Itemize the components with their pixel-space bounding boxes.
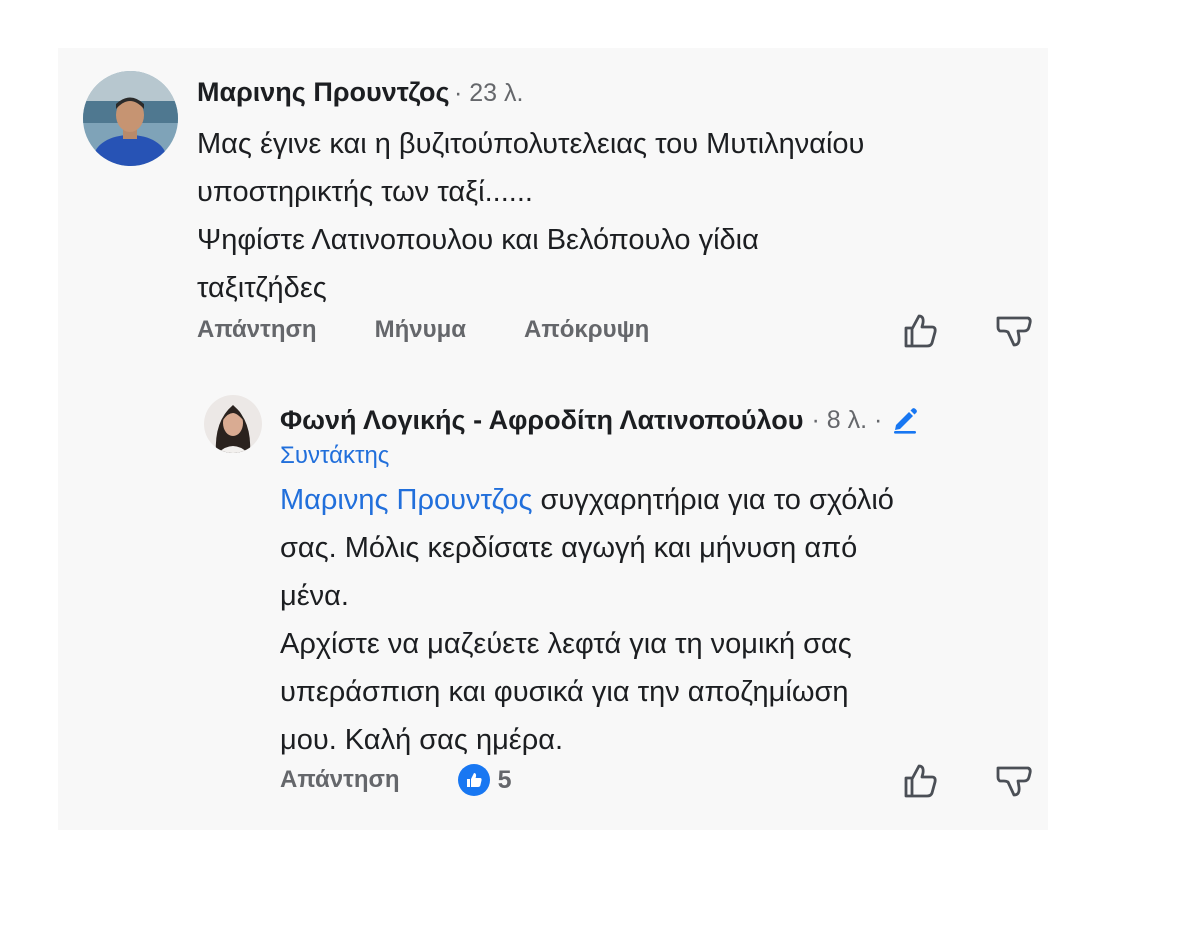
reply-text-line: μένα. [280,580,349,612]
reply-text-line: μου. Καλή σας ημέρα. [280,724,564,756]
thumbs-up-outline-icon[interactable] [900,761,940,801]
reply-author-avatar-image [204,395,262,453]
mention-link[interactable]: Μαρινης Προυντζος [280,484,532,516]
comment-text: Μας έγινε και η βυζιτούπολυτελειας του Μ… [197,120,1037,312]
pencil-icon[interactable] [890,405,920,435]
hide-button[interactable]: Απόκρυψη [524,316,649,344]
reply-reply-button[interactable]: Απάντηση [280,766,400,794]
comment-text-line: Ψηφίστε Λατινοπουλου και Βελόπουλο γίδια [197,224,759,256]
thumbs-up-outline-icon[interactable] [900,311,940,351]
comment-timestamp[interactable]: · 23 λ. [454,79,523,107]
reply-text-line: υπεράσπιση και φυσικά για την αποζημίωση [280,676,849,708]
comment-text-line: υποστηρικτής των ταξί...... [197,176,533,208]
author-role-label: Συντάκτης [280,442,390,469]
reply-author[interactable]: Φωνή Λογικής - Αφροδίτη Λατινοπούλου [280,402,803,438]
reply-text-line: Μαρινης Προυντζος συγχαρητήρια για το σχ… [280,476,1040,524]
reaction-count: 5 [497,765,512,794]
comment-author[interactable]: Μαρινης Προυντζος [197,77,450,107]
reply-header: Φωνή Λογικής - Αφροδίτη Λατινοπούλου · 8… [280,402,920,438]
thumbs-down-outline-icon[interactable] [994,761,1034,801]
reply-actions: Απάντηση 5 [280,762,512,798]
reply-text-line: σας. Μόλις κερδίσατε αγωγή και μήνυση απ… [280,532,858,564]
reply-author-avatar[interactable] [204,395,262,453]
comment-actions: Απάντηση Μήνυμα Απόκρυψη [197,312,649,348]
reply-text-segment: συγχαρητήρια για το σχόλιό [532,484,894,516]
comment-text-line: Μας έγινε και η βυζιτούπολυτελειας του Μ… [197,128,865,160]
reply-timestamp[interactable]: · 8 λ. · [811,402,882,438]
commenter-avatar[interactable] [83,71,178,166]
reply-text-line: Αρχίστε να μαζεύετε λεφτά για τη νομική … [280,628,852,660]
like-reaction-icon [457,764,490,796]
reaction-summary[interactable]: 5 [457,764,512,796]
comment-text-line: ταξιτζήδες [197,272,327,304]
comment-header: Μαρινης Προυντζος · 23 λ. [197,74,523,115]
reply-button[interactable]: Απάντηση [197,316,317,344]
reply-text: Μαρινης Προυντζος συγχαρητήρια για το σχ… [280,476,1040,764]
thumbs-down-outline-icon[interactable] [994,311,1034,351]
commenter-avatar-image [83,71,178,166]
message-button[interactable]: Μήνυμα [375,316,466,344]
